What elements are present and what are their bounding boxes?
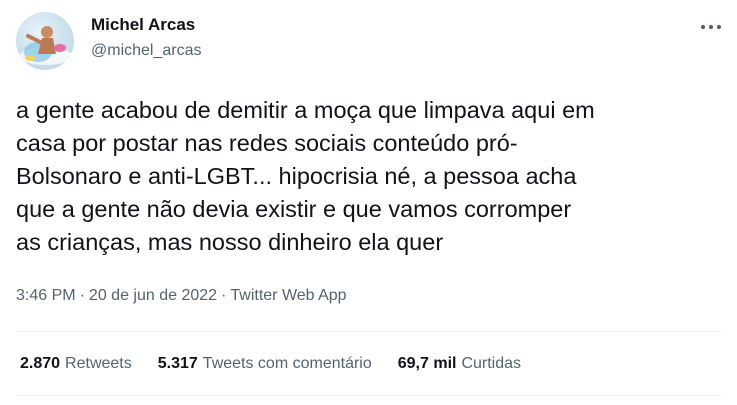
retweets-count: 2.870 [20, 355, 61, 372]
quote-tweets-label: Tweets com comentário [202, 355, 372, 372]
avatar-photo-icon [20, 26, 72, 65]
likes-stat[interactable]: 69,7 mil Curtidas [398, 355, 521, 373]
author-handle[interactable]: @michel_arcas [91, 42, 202, 60]
meta-separator: · [79, 287, 85, 304]
quote-tweets-stat[interactable]: 5.317 Tweets com comentário [158, 355, 372, 373]
likes-count: 69,7 mil [397, 355, 457, 372]
engagement-stats: 2.870 Retweets 5.317 Tweets com comentário… [20, 355, 521, 373]
retweets-stat[interactable]: 2.870 Retweets [20, 355, 132, 373]
author-display-name[interactable]: Michel Arcas [91, 15, 195, 35]
tweet-time[interactable]: 3:46 PM [16, 287, 76, 304]
tweet-source[interactable]: Twitter Web App [230, 287, 346, 304]
divider [16, 331, 721, 332]
divider [16, 395, 721, 396]
more-horizontal-icon [700, 24, 722, 30]
quote-tweets-count: 5.317 [157, 355, 198, 372]
meta-separator: · [221, 287, 227, 304]
retweets-label: Retweets [65, 355, 132, 372]
tweet-date[interactable]: 20 de jun de 2022 [89, 287, 217, 304]
likes-label: Curtidas [461, 355, 522, 372]
tweet-text: a gente acabou de demitir a moça que lim… [16, 97, 595, 255]
tweet-meta: 3:46 PM · 20 de jun de 2022 · Twitter Web Ap… [16, 287, 347, 305]
more-options-button[interactable] [695, 14, 727, 40]
avatar[interactable] [16, 12, 74, 70]
